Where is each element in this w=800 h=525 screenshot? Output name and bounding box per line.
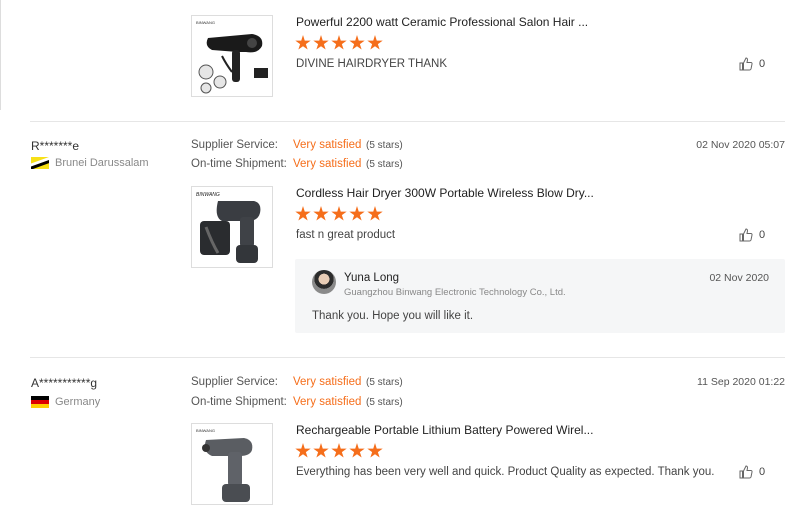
review-divider [30, 121, 785, 122]
rating-stars-text: (5 stars) [366, 396, 403, 408]
left-border [0, 0, 1, 110]
rating-label: On-time Shipment: [191, 396, 287, 408]
rating-value: Very satisfied [293, 396, 362, 408]
like-button[interactable]: 0 [739, 57, 765, 71]
product-title[interactable]: Rechargeable Portable Lithium Battery Po… [296, 423, 593, 437]
product-rating [295, 35, 383, 51]
ontime-shipment-rating: On-time Shipment: Very satisfied (5 star… [191, 396, 403, 408]
like-count: 0 [759, 466, 766, 478]
star-icon [367, 206, 383, 221]
product-thumbnail[interactable]: BINWANG [191, 15, 273, 97]
brunei-flag-icon [31, 157, 49, 169]
star-icon [295, 35, 311, 50]
review-text: Everything has been very well and quick.… [296, 466, 715, 478]
country-name: Germany [55, 396, 101, 408]
star-icon [313, 206, 329, 221]
reply-author-name: Yuna Long [344, 272, 400, 284]
star-icon [331, 443, 347, 458]
reviewer-country: Germany [31, 396, 100, 408]
germany-flag-icon [31, 396, 49, 408]
thumbs-up-icon [739, 228, 753, 242]
star-icon [367, 443, 383, 458]
star-icon [331, 35, 347, 50]
star-icon [349, 206, 365, 221]
rating-stars-text: (5 stars) [366, 158, 403, 170]
hair-dryer-image: BINWANG [196, 20, 268, 94]
star-icon [295, 443, 311, 458]
rating-stars-text: (5 stars) [366, 376, 403, 388]
reply-company: Guangzhou Binwang Electronic Technology … [344, 287, 566, 298]
star-icon [331, 206, 347, 221]
thumbs-up-icon [739, 465, 753, 479]
rating-value: Very satisfied [293, 158, 362, 170]
star-icon [313, 35, 329, 50]
thumbs-up-icon [739, 57, 753, 71]
star-icon [367, 35, 383, 50]
reply-date: 02 Nov 2020 [709, 272, 769, 284]
ontime-shipment-rating: On-time Shipment: Very satisfied (5 star… [191, 158, 403, 170]
review-date: 11 Sep 2020 01:22 [697, 376, 785, 388]
star-icon [349, 443, 365, 458]
review-date: 02 Nov 2020 05:07 [696, 139, 785, 151]
product-thumbnail[interactable]: BINWANG [191, 423, 273, 505]
star-icon [349, 35, 365, 50]
reply-text: Thank you. Hope you will like it. [312, 310, 474, 322]
rating-label: Supplier Service: [191, 376, 278, 388]
reviewer-name: A***********g [31, 376, 98, 390]
supplier-service-rating: Supplier Service: Very satisfied (5 star… [191, 376, 403, 388]
star-icon [295, 206, 311, 221]
rating-value: Very satisfied [293, 376, 362, 388]
brand-mark: BINWANG [196, 20, 215, 25]
hair-dryer-image: BINWANG [196, 192, 261, 263]
like-count: 0 [759, 58, 766, 70]
review-divider [30, 357, 785, 358]
reviewer-country: Brunei Darussalam [31, 157, 149, 169]
review-text: fast n great product [296, 229, 396, 241]
like-count: 0 [759, 229, 766, 241]
product-rating [295, 443, 383, 459]
country-name: Brunei Darussalam [55, 157, 149, 169]
product-title[interactable]: Cordless Hair Dryer 300W Portable Wirele… [296, 186, 594, 200]
brand-mark: BINWANG [196, 192, 220, 198]
rating-label: Supplier Service: [191, 139, 278, 151]
rating-label: On-time Shipment: [191, 158, 287, 170]
supplier-service-rating: Supplier Service: Very satisfied (5 star… [191, 139, 403, 151]
review-text: DIVINE HAIRDRYER THANK [296, 58, 448, 70]
avatar [312, 270, 336, 294]
reviewer-name: R*******e [31, 139, 80, 153]
product-rating [295, 206, 383, 222]
hair-dryer-image: BINWANG [196, 428, 253, 502]
product-thumbnail[interactable]: BINWANG [191, 186, 273, 268]
product-title[interactable]: Powerful 2200 watt Ceramic Professional … [296, 15, 588, 29]
like-button[interactable]: 0 [739, 228, 765, 242]
like-button[interactable]: 0 [739, 465, 765, 479]
supplier-reply: Yuna Long Guangzhou Binwang Electronic T… [295, 259, 785, 333]
brand-mark: BINWANG [196, 428, 215, 433]
rating-stars-text: (5 stars) [366, 139, 403, 151]
rating-value: Very satisfied [293, 139, 362, 151]
star-icon [313, 443, 329, 458]
